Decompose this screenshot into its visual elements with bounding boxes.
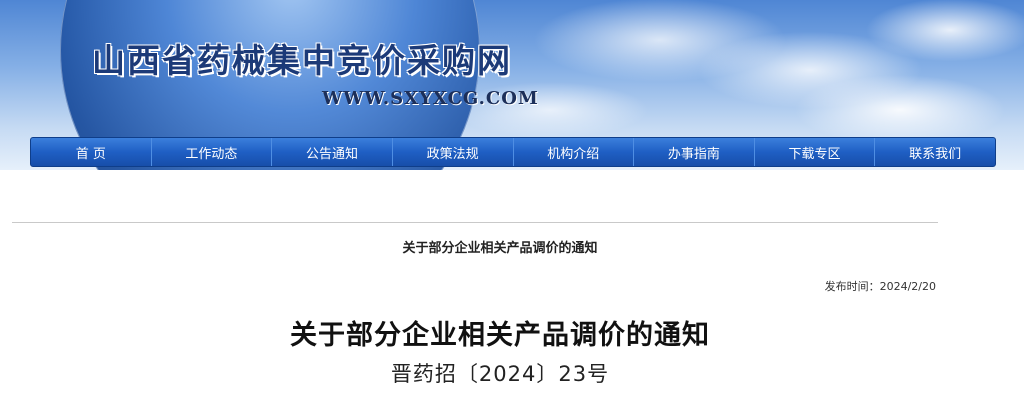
nav-item-contact[interactable]: 联系我们: [875, 138, 995, 166]
article-content: 关于部分企业相关产品调价的通知 发布时间：2024/2/20 关于部分企业相关产…: [0, 170, 1024, 415]
nav-item-policies[interactable]: 政策法规: [393, 138, 514, 166]
publish-time: 发布时间：2024/2/20: [825, 278, 936, 294]
publish-date: 2024/2/20: [879, 280, 936, 293]
nav-item-announcements[interactable]: 公告通知: [272, 138, 393, 166]
site-title[interactable]: 山西省药械集中竞价采购网: [92, 34, 512, 82]
article-title: 关于部分企业相关产品调价的通知: [290, 320, 710, 351]
content-divider: [12, 222, 938, 223]
document-number: 晋药招〔2024〕23号: [390, 362, 610, 386]
nav-item-guide[interactable]: 办事指南: [634, 138, 755, 166]
nav-item-work-news[interactable]: 工作动态: [152, 138, 273, 166]
publish-label: 发布时间：: [824, 280, 880, 293]
site-banner: 山西省药械集中竞价采购网 WWW.SXYXCG.COM 首 页 工作动态 公告通…: [0, 0, 1024, 170]
site-url[interactable]: WWW.SXYXCG.COM: [322, 88, 539, 109]
nav-item-downloads[interactable]: 下载专区: [755, 138, 876, 166]
main-nav: 首 页 工作动态 公告通知 政策法规 机构介绍 办事指南 下载专区 联系我们: [30, 137, 996, 167]
nav-item-organization[interactable]: 机构介绍: [514, 138, 635, 166]
banner-clouds: [430, 0, 1024, 140]
nav-item-home[interactable]: 首 页: [31, 138, 152, 166]
article-header-title: 关于部分企业相关产品调价的通知: [402, 241, 598, 256]
